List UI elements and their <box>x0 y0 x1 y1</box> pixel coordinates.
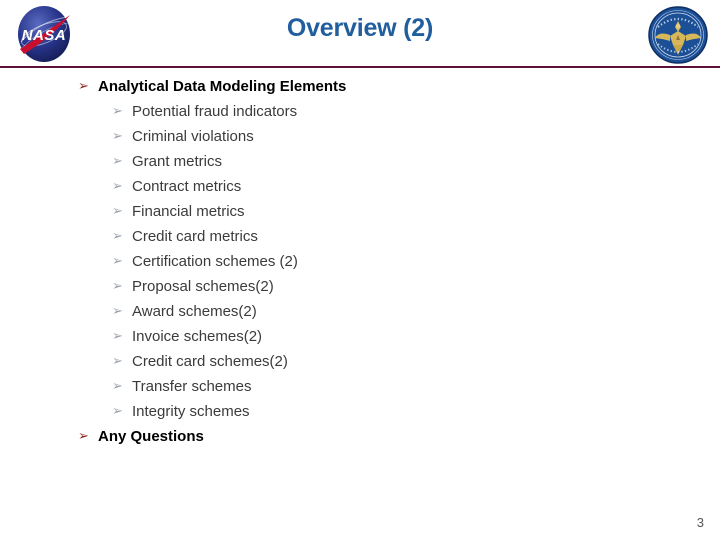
bullet-item-level2: ➢ Credit card metrics <box>0 226 720 251</box>
page-number: 3 <box>696 515 704 530</box>
bullet-text: Financial metrics <box>132 203 245 220</box>
svg-text:NASA: NASA <box>22 27 67 44</box>
bullet-item-level2: ➢ Transfer schemes <box>0 376 720 401</box>
bullet-marker-icon: ➢ <box>112 154 123 169</box>
bullet-marker-icon: ➢ <box>78 429 89 444</box>
bullet-text: Invoice schemes(2) <box>132 328 263 345</box>
bullet-item-level2: ➢ Contract metrics <box>0 176 720 201</box>
bullet-text: Grant metrics <box>132 153 223 170</box>
bullet-text: Potential fraud indicators <box>132 103 298 120</box>
bullet-marker-icon: ➢ <box>112 229 123 244</box>
bullet-item-level2: ➢ Integrity schemes <box>0 401 720 426</box>
bullet-text: Transfer schemes <box>132 378 252 395</box>
bullet-text: Credit card schemes(2) <box>132 353 288 370</box>
bullet-item-level2: ➢ Potential fraud indicators <box>0 101 720 126</box>
bullet-text: Criminal violations <box>132 128 254 145</box>
bullet-list: ➢ Analytical Data Modeling Elements ➢ Pote… <box>0 76 720 451</box>
bullet-marker-icon: ➢ <box>78 79 89 94</box>
bullet-marker-icon: ➢ <box>112 329 123 344</box>
header-divider-rule <box>0 66 720 68</box>
bullet-marker-icon: ➢ <box>112 279 123 294</box>
bullet-text: Certification schemes (2) <box>132 253 298 270</box>
bullet-text: Award schemes(2) <box>132 303 257 320</box>
bullet-text: Any Questions <box>98 428 204 445</box>
bullet-marker-icon: ➢ <box>112 179 123 194</box>
bullet-marker-icon: ➢ <box>112 404 123 419</box>
bullet-item-level2: ➢ Invoice schemes(2) <box>0 326 720 351</box>
bullet-marker-icon: ➢ <box>112 129 123 144</box>
bullet-item-level2: ➢ Criminal violations <box>0 126 720 151</box>
slide-header: NASA Overview (2) <box>0 0 720 68</box>
bullet-marker-icon: ➢ <box>112 254 123 269</box>
page-title: Overview (2) <box>286 14 434 42</box>
bullet-item-level2: ➢ Financial metrics <box>0 201 720 226</box>
bullet-marker-icon: ➢ <box>112 304 123 319</box>
slide: NASA Overview (2) ➢ Analytical Data Mode… <box>0 0 720 540</box>
bullet-marker-icon: ➢ <box>112 354 123 369</box>
bullet-marker-icon: ➢ <box>112 104 123 119</box>
bullet-marker-icon: ➢ <box>112 204 123 219</box>
bullet-item-level2: ➢ Grant metrics <box>0 151 720 176</box>
bullet-item-level2: ➢ Proposal schemes(2) <box>0 276 720 301</box>
bullet-text: Credit card metrics <box>132 228 258 245</box>
bullet-text: Contract metrics <box>132 178 242 195</box>
bullet-item-level2: ➢ Certification schemes (2) <box>0 251 720 276</box>
nasa-meatball-logo-icon: NASA <box>8 4 80 64</box>
bullet-item-level1: ➢ Any Questions <box>0 426 720 451</box>
bullet-text: Proposal schemes(2) <box>132 278 274 295</box>
bullet-text: Integrity schemes <box>132 403 250 420</box>
bullet-item-level2: ➢ Credit card schemes(2) <box>0 351 720 376</box>
bullet-marker-icon: ➢ <box>112 379 123 394</box>
oig-seal-logo-icon <box>646 5 710 65</box>
bullet-item-level2: ➢ Award schemes(2) <box>0 301 720 326</box>
bullet-text: Analytical Data Modeling Elements <box>98 78 347 95</box>
bullet-item-level1: ➢ Analytical Data Modeling Elements <box>0 76 720 101</box>
